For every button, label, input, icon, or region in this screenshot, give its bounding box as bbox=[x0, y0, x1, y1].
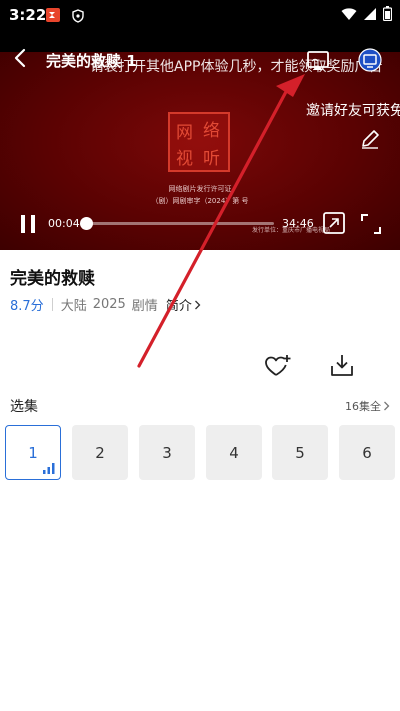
pip-icon[interactable] bbox=[357, 47, 383, 77]
episode-button-2[interactable]: 2 bbox=[72, 425, 128, 480]
wifi-icon bbox=[341, 6, 357, 25]
pause-icon[interactable] bbox=[18, 213, 38, 239]
status-bar: 3:22 bbox=[0, 0, 400, 30]
episode-number: 5 bbox=[295, 443, 305, 462]
episode-button-1[interactable]: 1 bbox=[5, 425, 61, 480]
episode-button-6[interactable]: 6 bbox=[339, 425, 395, 480]
license-caption-line1: 网络剧片发行许可证 bbox=[168, 185, 232, 193]
playing-bars-icon bbox=[43, 463, 55, 474]
genre: 剧情 bbox=[131, 299, 158, 314]
favorite-add-icon[interactable] bbox=[264, 353, 292, 383]
episodes-count: 16集全 bbox=[345, 400, 381, 413]
video-title: 完美的救赎 1 bbox=[46, 52, 137, 70]
seal-glyph-2: 络 bbox=[203, 121, 220, 141]
meta-row: 8.7分 大陆 2025 剧情 简介 bbox=[10, 295, 201, 314]
show-title: 完美的救赎 bbox=[10, 269, 95, 289]
seal-glyph-4: 听 bbox=[203, 149, 220, 169]
episode-number: 6 bbox=[362, 443, 372, 462]
meta-divider bbox=[51, 298, 53, 311]
episode-number: 4 bbox=[229, 443, 239, 462]
progress-bar[interactable] bbox=[80, 217, 274, 230]
video-player[interactable]: 网 络 视 听 网络剧片发行许可证 （剧）网剧审字（2024）第 号 发行单位：… bbox=[0, 30, 400, 250]
app-notification-icon bbox=[46, 8, 60, 22]
license-caption-line2: （剧）网剧审字（2024）第 号 bbox=[151, 197, 249, 205]
mini-window-icon[interactable] bbox=[322, 211, 346, 239]
seal-glyph-1: 网 bbox=[176, 123, 193, 143]
episode-button-5[interactable]: 5 bbox=[272, 425, 328, 480]
year: 2025 bbox=[92, 297, 126, 312]
signal-icon bbox=[363, 6, 377, 25]
episode-button-4[interactable]: 4 bbox=[206, 425, 262, 480]
score: 8.7分 bbox=[10, 299, 44, 314]
cast-icon[interactable] bbox=[306, 50, 330, 76]
episode-number: 2 bbox=[95, 443, 105, 462]
chevron-right-icon bbox=[384, 401, 390, 411]
shield-icon bbox=[72, 8, 84, 27]
seal-glyph-3: 视 bbox=[176, 149, 193, 169]
intro-link[interactable]: 简介 bbox=[166, 295, 201, 314]
status-time: 3:22 bbox=[9, 6, 47, 24]
back-icon[interactable] bbox=[14, 48, 26, 72]
current-time: 00:04 bbox=[48, 217, 80, 230]
intro-link-label: 简介 bbox=[165, 299, 192, 314]
invite-friends-text[interactable]: 邀请好友可获免 bbox=[306, 100, 400, 120]
episode-number: 1 bbox=[28, 443, 38, 462]
chevron-right-icon bbox=[194, 300, 201, 309]
episodes-label: 选集 bbox=[10, 399, 38, 415]
region: 大陆 bbox=[60, 299, 87, 314]
pencil-icon[interactable] bbox=[359, 128, 381, 154]
episodes-count-link[interactable]: 16集全 bbox=[345, 398, 390, 414]
episode-button-3[interactable]: 3 bbox=[139, 425, 195, 480]
fullscreen-icon[interactable] bbox=[360, 213, 382, 239]
total-time: 34:46 bbox=[282, 217, 314, 230]
download-icon[interactable] bbox=[329, 352, 355, 382]
episode-number: 3 bbox=[162, 443, 172, 462]
license-seal-logo: 网 络 视 听 bbox=[168, 112, 230, 172]
battery-icon bbox=[382, 6, 393, 25]
